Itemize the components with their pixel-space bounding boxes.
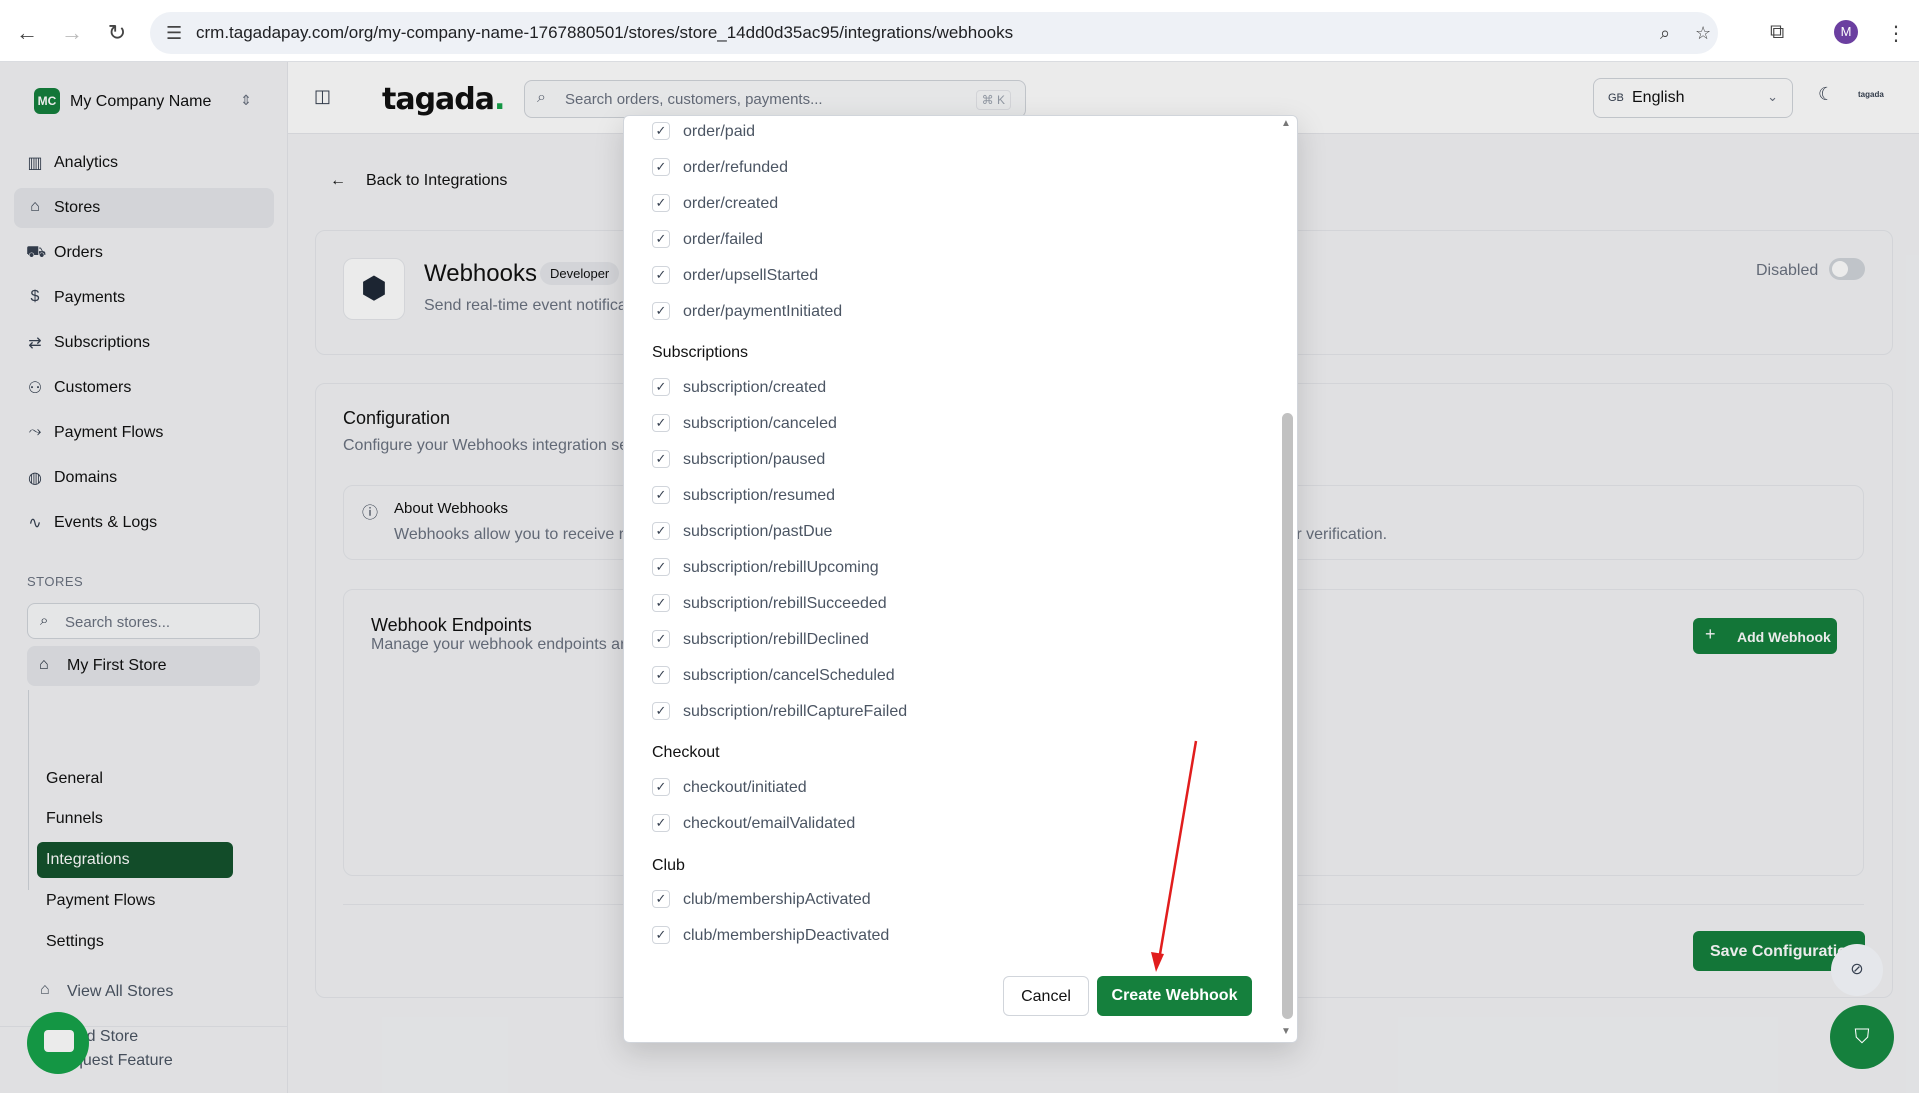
annotation-arrow bbox=[1151, 740, 1198, 972]
annotation-arrow-head bbox=[1151, 952, 1164, 972]
annotation-arrow-line bbox=[1157, 740, 1198, 961]
